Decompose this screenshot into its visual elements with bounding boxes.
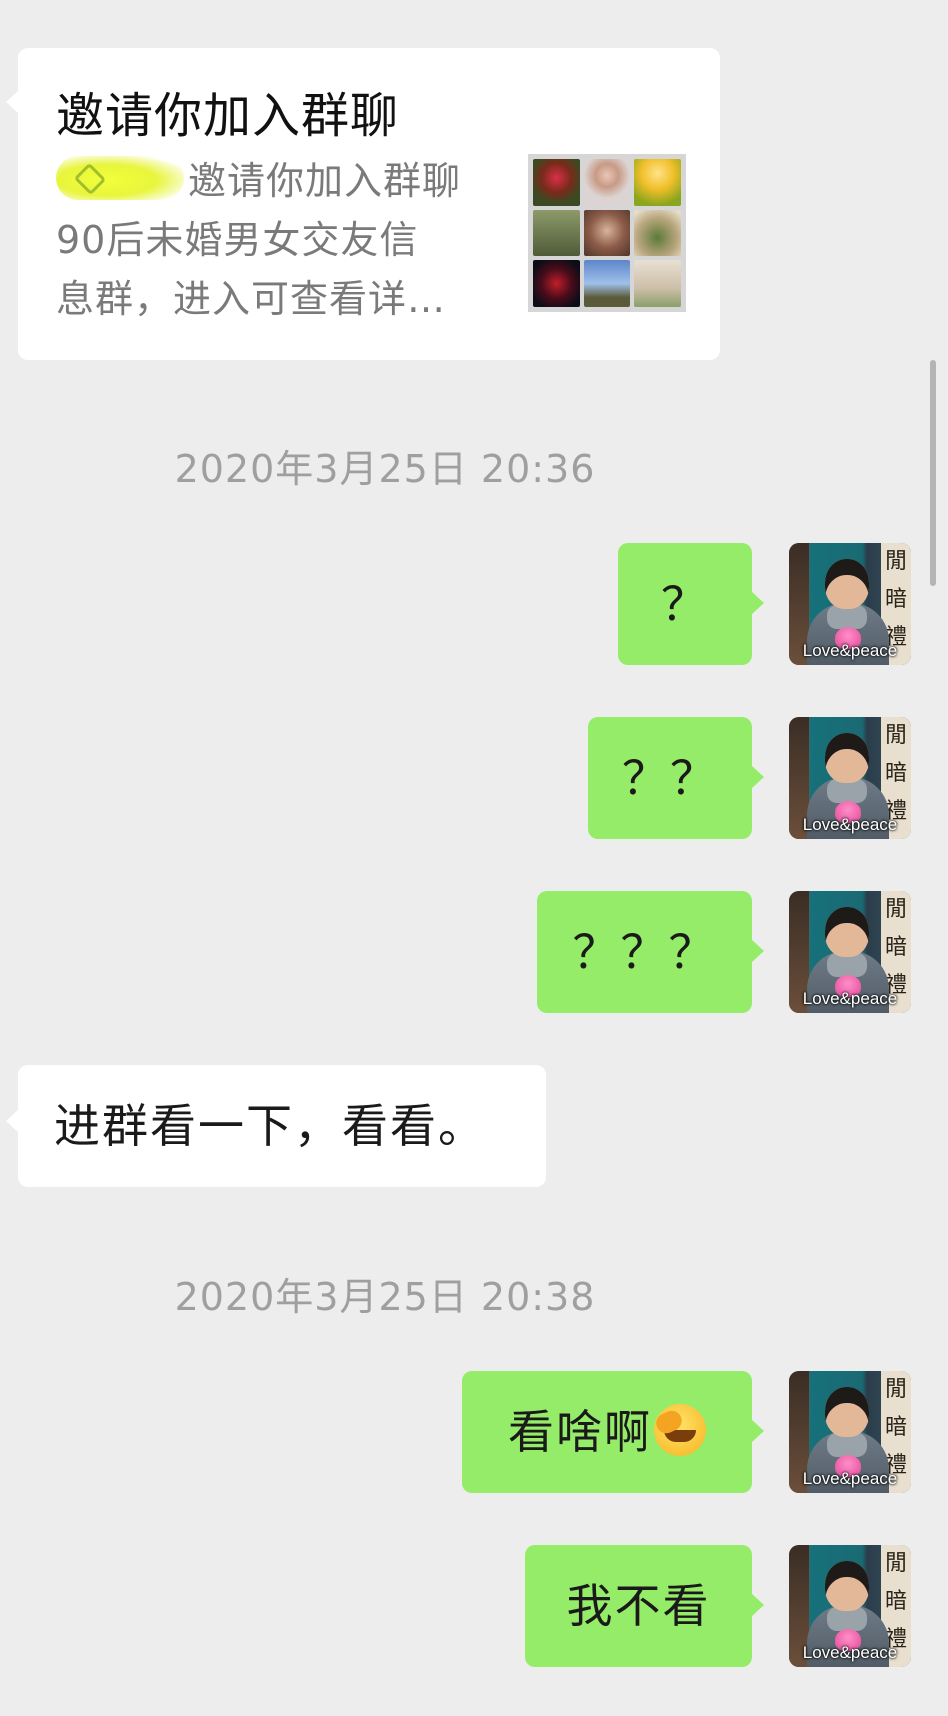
- avatar-caption: Love&peace: [802, 1469, 898, 1488]
- avatar[interactable]: 閒 暗 禮 Love&peace: [789, 1545, 911, 1667]
- message-text: 我不看: [566, 1579, 711, 1633]
- message-text: ？？: [622, 751, 718, 805]
- invite-description: 邀请你加入群聊 90后未婚男女交友信 息群，进入可查看详…: [56, 152, 496, 329]
- outgoing-message-bubble[interactable]: 看啥啊: [462, 1371, 764, 1493]
- message-text: ？？？: [572, 925, 717, 979]
- group-avatar-collage-icon: [528, 154, 686, 312]
- message-text: ？: [661, 577, 709, 631]
- avatar-caption: Love&peace: [802, 1643, 898, 1662]
- group-invite-card[interactable]: 邀请你加入群聊 邀请你加入群聊 90后未婚男女交友信 息群，进入可查看详…: [6, 48, 720, 360]
- avatar-caption: Love&peace: [802, 815, 898, 834]
- blurred-inviter-name: [56, 156, 184, 200]
- outgoing-message-bubble[interactable]: 我不看: [525, 1545, 764, 1667]
- avatar-caption: Love&peace: [802, 989, 898, 1008]
- avatar[interactable]: 閒 暗 禮 Love&peace: [789, 543, 911, 665]
- message-text: 进群看一下，看看。: [54, 1099, 486, 1153]
- scrollbar[interactable]: [930, 360, 936, 586]
- avatar-caption: Love&peace: [802, 641, 898, 660]
- avatar[interactable]: 閒 暗 禮 Love&peace: [789, 1371, 911, 1493]
- avatar[interactable]: 閒 暗 禮 Love&peace: [789, 891, 911, 1013]
- message-text: 看啥啊: [508, 1405, 652, 1459]
- avatar[interactable]: 閒 暗 禮 Love&peace: [789, 717, 911, 839]
- message-text-row: 看啥啊: [462, 1371, 752, 1493]
- invite-line-1: 邀请你加入群聊: [188, 159, 462, 203]
- incoming-message-bubble[interactable]: 进群看一下，看看。: [6, 1065, 546, 1187]
- facepalm-emoji-icon: [654, 1404, 706, 1456]
- outgoing-message-bubble[interactable]: ？: [618, 543, 764, 665]
- invite-line-2: 90后未婚男女交友信: [56, 218, 419, 262]
- invite-line-3: 息群，进入可查看详…: [56, 277, 447, 321]
- timestamp: 2020年3月25日 20:36: [174, 447, 596, 491]
- timestamp: 2020年3月25日 20:38: [174, 1275, 596, 1319]
- invite-title: 邀请你加入群聊: [56, 88, 400, 144]
- outgoing-message-bubble[interactable]: ？？: [588, 717, 764, 839]
- outgoing-message-bubble[interactable]: ？？？: [537, 891, 764, 1013]
